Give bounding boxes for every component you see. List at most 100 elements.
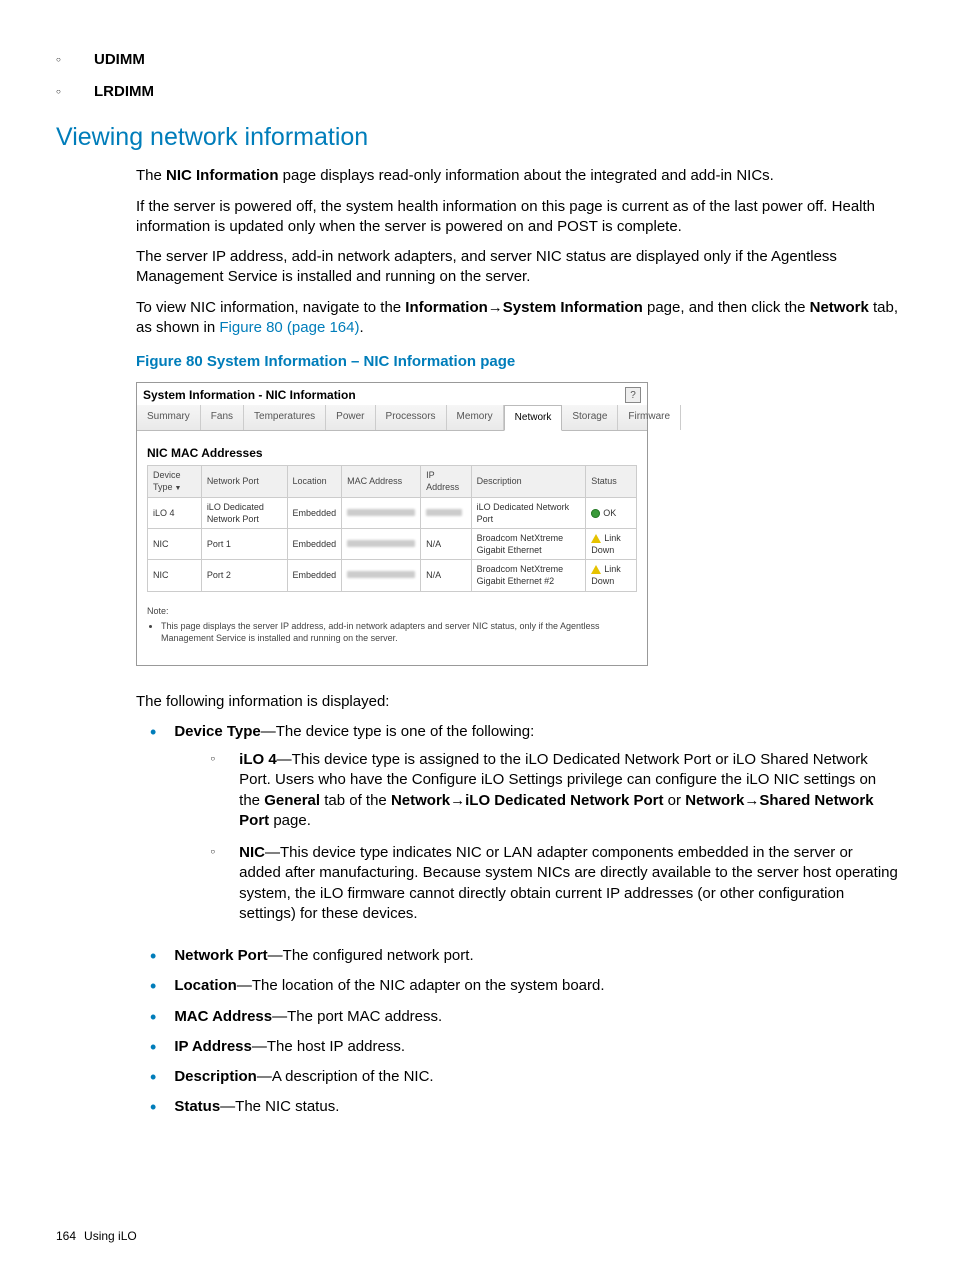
bullet-dot-icon: • [150,723,156,936]
panel-title-row: System Information - NIC Information ? [137,383,647,405]
text-bold: NIC Information [166,167,279,184]
arrow: → [450,792,465,809]
bullet-hollow-circle: ○ [210,847,215,924]
item-label: Network Port [174,947,267,964]
item-text: —The device type is one of the following… [261,723,535,740]
table-row: iLO 4 iLO Dedicated Network Port Embedde… [148,497,637,528]
table-row: NIC Port 2 Embedded N/A Broadcom NetXtre… [148,560,637,591]
system-info-panel: System Information - NIC Information ? S… [136,382,648,665]
cell-status: Link Down [586,560,637,591]
status-warn-icon [591,564,604,574]
bullet-dot-icon: • [150,1038,156,1057]
col-device-type[interactable]: Device Type▼ [148,466,202,498]
info-list: • Device Type—The device type is one of … [150,722,898,1118]
list-item: ○ NIC—This device type indicates NIC or … [210,843,898,924]
list-item: • Description—A description of the NIC. [150,1067,898,1087]
item-label: Description [174,1068,257,1085]
bullet-hollow-circle: ○ [210,754,215,831]
item-text: —The NIC status. [220,1098,339,1115]
text-bold: iLO Dedicated Network Port [465,792,663,809]
note-block: Note: This page displays the server IP a… [147,606,637,645]
tab-fans[interactable]: Fans [201,405,244,430]
page-number: 164 [56,1228,76,1244]
text-bold: General [264,792,320,809]
cell-ip: N/A [421,560,472,591]
redacted-ip [426,509,462,516]
paragraph: The following information is displayed: [136,692,898,712]
cell-status: OK [586,497,637,528]
item-text: —The configured network port. [268,947,474,964]
bullet-dot-icon: • [150,1098,156,1117]
footer-section: Using iLO [84,1228,137,1244]
tab-network[interactable]: Network [504,405,563,431]
panel-title: System Information - NIC Information [143,387,356,403]
list-item: ○ iLO 4—This device type is assigned to … [210,750,898,831]
inner-list: ○ iLO 4—This device type is assigned to … [210,750,898,924]
figure-xref-link[interactable]: Figure 80 (page 164) [219,319,359,336]
continued-sublist: ○ UDIMM ○ LRDIMM [56,50,898,103]
item-text: —The port MAC address. [272,1008,442,1025]
text-bold: Information [405,299,488,316]
page-footer: 164 Using iLO [56,1228,898,1244]
text-bold: Network [391,792,450,809]
text-bold: Network [810,299,869,316]
item-label: NIC [239,844,265,861]
tab-memory[interactable]: Memory [447,405,504,430]
item-label: Status [174,1098,220,1115]
tab-power[interactable]: Power [326,405,375,430]
status-ok-icon [591,508,603,518]
text: page. [269,812,311,829]
text-bold: Network [685,792,744,809]
cell-description: iLO Dedicated Network Port [471,497,586,528]
bullet-hollow-circle: ○ [56,87,68,98]
status-warn-icon [591,533,604,543]
sublist-item: ○ UDIMM [56,50,898,70]
paragraph: The NIC Information page displays read-o… [136,166,898,186]
tab-storage[interactable]: Storage [562,405,618,430]
status-text: OK [603,508,616,518]
item-text: —The host IP address. [252,1038,405,1055]
cell-status: Link Down [586,528,637,559]
cell-location: Embedded [287,528,342,559]
sublist-label: UDIMM [94,50,145,70]
table-header-row: Device Type▼ Network Port Location MAC A… [148,466,637,498]
col-status[interactable]: Status [586,466,637,498]
col-location[interactable]: Location [287,466,342,498]
redacted-mac [347,571,415,578]
cell-description: Broadcom NetXtreme Gigabit Ethernet #2 [471,560,586,591]
cell-location: Embedded [287,497,342,528]
col-description[interactable]: Description [471,466,586,498]
cell-mac [342,528,421,559]
cell-device-type: NIC [148,528,202,559]
list-item: • MAC Address—The port MAC address. [150,1007,898,1027]
item-label: IP Address [174,1038,252,1055]
cell-device-type: NIC [148,560,202,591]
paragraph: To view NIC information, navigate to the… [136,298,898,339]
tab-firmware[interactable]: Firmware [618,405,681,430]
panel-body: NIC MAC Addresses Device Type▼ Network P… [137,431,647,665]
list-item: • Status—The NIC status. [150,1097,898,1117]
cell-network-port: Port 1 [201,528,287,559]
text: The [136,167,166,184]
redacted-mac [347,540,415,547]
cell-mac [342,497,421,528]
table-row: NIC Port 1 Embedded N/A Broadcom NetXtre… [148,528,637,559]
bullet-hollow-circle: ○ [56,55,68,66]
list-item: • Network Port—The configured network po… [150,946,898,966]
paragraph: If the server is powered off, the system… [136,197,898,238]
help-icon[interactable]: ? [625,387,641,403]
list-item: • Device Type—The device type is one of … [150,722,898,936]
cell-mac [342,560,421,591]
tab-bar: Summary Fans Temperatures Power Processo… [137,405,647,431]
item-label: iLO 4 [239,751,277,768]
col-mac-address[interactable]: MAC Address [342,466,421,498]
sublist-item: ○ LRDIMM [56,82,898,102]
tab-temperatures[interactable]: Temperatures [244,405,326,430]
cell-device-type: iLO 4 [148,497,202,528]
text: To view NIC information, navigate to the [136,299,405,316]
tab-summary[interactable]: Summary [137,405,201,430]
tab-processors[interactable]: Processors [376,405,447,430]
col-network-port[interactable]: Network Port [201,466,287,498]
col-ip-address[interactable]: IP Address [421,466,472,498]
item-label: Location [174,977,237,994]
